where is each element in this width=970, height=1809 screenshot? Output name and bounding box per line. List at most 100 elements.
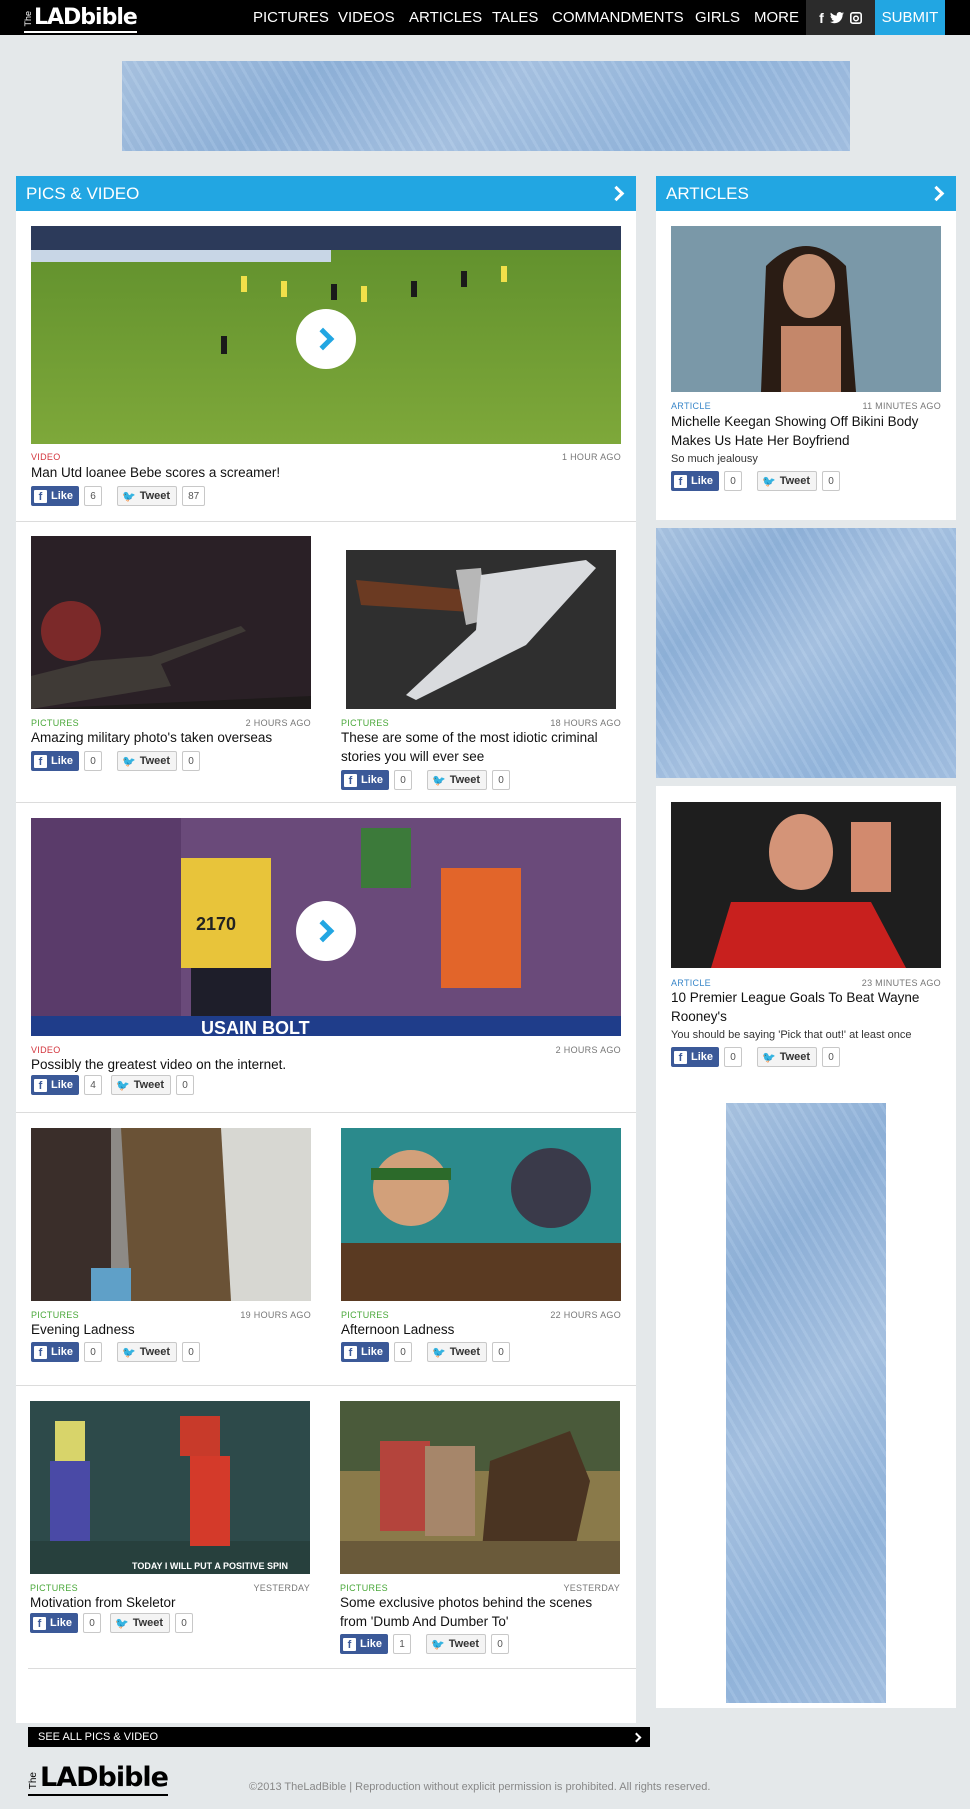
- facebook-like-button[interactable]: f Like: [341, 1342, 390, 1362]
- facebook-like-button[interactable]: f Like: [31, 1342, 80, 1362]
- chevron-right-icon[interactable]: [608, 185, 625, 202]
- share-row: f Like 6 🐦 Tweet 87: [31, 486, 206, 506]
- category-label[interactable]: PICTURES: [340, 1583, 388, 1593]
- list-item: PICTURES 19 HOURS AGO Evening Ladness fL…: [31, 1128, 311, 1363]
- item-title[interactable]: Amazing military photo's taken overseas: [31, 728, 311, 747]
- pics-video-heading: PICS & VIDEO: [26, 183, 140, 203]
- tweet-button[interactable]: 🐦 Tweet: [110, 1613, 171, 1633]
- submit-button[interactable]: SUBMIT: [875, 0, 945, 35]
- facebook-like-button[interactable]: f Like: [31, 1075, 80, 1095]
- skyscraper-ad[interactable]: [726, 1103, 886, 1703]
- instagram-icon[interactable]: [849, 11, 862, 24]
- item-title[interactable]: Evening Ladness: [31, 1320, 311, 1339]
- timestamp: 23 MINUTES AGO: [861, 978, 941, 988]
- tweet-button[interactable]: 🐦 Tweet: [117, 751, 178, 771]
- category-label[interactable]: PICTURES: [31, 1310, 79, 1320]
- item-title[interactable]: Afternoon Ladness: [341, 1320, 621, 1339]
- item-image[interactable]: [341, 1128, 621, 1301]
- article-title[interactable]: Michelle Keegan Showing Off Bikini Body …: [671, 412, 941, 450]
- tweet-button[interactable]: 🐦 Tweet: [757, 471, 818, 491]
- share-row: f Like 0 🐦 Tweet 0: [31, 1342, 201, 1362]
- divider: [28, 1668, 636, 1669]
- item-title[interactable]: Possibly the greatest video on the inter…: [31, 1055, 621, 1074]
- sidebar-ad[interactable]: [656, 528, 956, 778]
- nav-pictures[interactable]: PICTURES: [253, 0, 329, 35]
- play-button[interactable]: [296, 901, 356, 961]
- facebook-like-button[interactable]: f Like: [341, 770, 390, 790]
- twitter-icon[interactable]: [829, 11, 844, 24]
- tweet-count: 0: [822, 471, 841, 491]
- timestamp: 22 HOURS AGO: [550, 1310, 621, 1320]
- logo-brand: LADbible: [34, 5, 138, 30]
- chevron-right-icon[interactable]: [928, 185, 945, 202]
- item-image[interactable]: [346, 550, 616, 709]
- like-count: 0: [84, 751, 103, 771]
- facebook-icon: f: [344, 1345, 357, 1359]
- video-thumbnail[interactable]: 2170 USAIN BOLT: [31, 818, 621, 1036]
- twitter-icon: 🐦: [431, 1638, 445, 1651]
- item-image[interactable]: [340, 1401, 620, 1574]
- category-label[interactable]: VIDEO: [31, 1045, 61, 1055]
- play-button[interactable]: [296, 309, 356, 369]
- item-image[interactable]: [31, 1128, 311, 1301]
- article-description: So much jealousy: [671, 453, 758, 465]
- category-label[interactable]: PICTURES: [30, 1583, 78, 1593]
- twitter-icon: 🐦: [762, 1051, 776, 1064]
- tweet-button[interactable]: 🐦 Tweet: [427, 770, 488, 790]
- facebook-like-button[interactable]: f Like: [31, 486, 80, 506]
- nav-articles[interactable]: ARTICLES: [409, 0, 482, 35]
- article-item: ARTICLE 11 MINUTES AGO Michelle Keegan S…: [671, 226, 941, 506]
- list-item: PICTURES 18 HOURS AGO These are some of …: [341, 536, 621, 794]
- item-title[interactable]: Some exclusive photos behind the scenes …: [340, 1593, 620, 1631]
- tweet-button[interactable]: 🐦 Tweet: [426, 1634, 487, 1654]
- facebook-like-button[interactable]: f Like: [31, 751, 80, 771]
- nav-videos[interactable]: VIDEOS: [338, 0, 395, 35]
- article-image[interactable]: [671, 802, 941, 968]
- category-label[interactable]: PICTURES: [341, 1310, 389, 1320]
- item-image[interactable]: [31, 536, 311, 709]
- see-all-link[interactable]: SEE ALL PICS & VIDEO: [28, 1727, 650, 1747]
- article-image[interactable]: [671, 226, 941, 392]
- share-row: f Like 0 🐦 Tweet 0: [31, 751, 201, 771]
- tweet-count: 0: [492, 1342, 511, 1362]
- category-label[interactable]: PICTURES: [341, 718, 389, 728]
- category-label[interactable]: PICTURES: [31, 718, 79, 728]
- articles-header[interactable]: ARTICLES: [656, 176, 956, 211]
- pics-video-header[interactable]: PICS & VIDEO: [16, 176, 636, 211]
- footer-logo[interactable]: The LADbible: [28, 1764, 169, 1796]
- item-image[interactable]: TODAY I WILL PUT A POSITIVE SPIN: [30, 1401, 310, 1574]
- item-title[interactable]: Man Utd loanee Bebe scores a screamer!: [31, 463, 621, 482]
- banner-ad[interactable]: [122, 61, 850, 151]
- nav-more[interactable]: MORE: [754, 0, 799, 35]
- bib-number: 2170: [196, 914, 236, 934]
- category-label[interactable]: ARTICLE: [671, 978, 711, 988]
- share-row: f Like 4 🐦 Tweet 0: [31, 1075, 195, 1095]
- facebook-like-button[interactable]: f Like: [671, 471, 720, 491]
- nav-girls[interactable]: GIRLS: [695, 0, 740, 35]
- site-logo[interactable]: The LADbible: [23, 1, 138, 33]
- twitter-icon: 🐦: [122, 755, 136, 768]
- video-thumbnail[interactable]: [31, 226, 621, 444]
- facebook-like-button[interactable]: f Like: [340, 1634, 389, 1654]
- category-label[interactable]: ARTICLE: [671, 401, 711, 411]
- nav-tales[interactable]: TALES: [492, 0, 538, 35]
- facebook-icon: f: [34, 1078, 47, 1092]
- tweet-button[interactable]: 🐦 Tweet: [111, 1075, 172, 1095]
- item-title[interactable]: These are some of the most idiotic crimi…: [341, 728, 621, 766]
- facebook-icon[interactable]: f: [819, 10, 824, 26]
- timestamp: 11 MINUTES AGO: [862, 401, 941, 411]
- divider: [16, 1385, 636, 1386]
- tweet-button[interactable]: 🐦 Tweet: [427, 1342, 488, 1362]
- article-title[interactable]: 10 Premier League Goals To Beat Wayne Ro…: [671, 988, 941, 1026]
- tweet-button[interactable]: 🐦 Tweet: [117, 486, 178, 506]
- divider: [16, 802, 636, 803]
- facebook-like-button[interactable]: f Like: [671, 1047, 720, 1067]
- like-count: 0: [724, 471, 743, 491]
- facebook-like-button[interactable]: f Like: [30, 1613, 79, 1633]
- tweet-button[interactable]: 🐦 Tweet: [757, 1047, 818, 1067]
- item-title[interactable]: Motivation from Skeletor: [30, 1593, 310, 1612]
- nav-commandments[interactable]: COMMANDMENTS: [552, 0, 684, 35]
- like-count: 0: [83, 1613, 102, 1633]
- category-label[interactable]: VIDEO: [31, 452, 61, 462]
- tweet-button[interactable]: 🐦 Tweet: [117, 1342, 178, 1362]
